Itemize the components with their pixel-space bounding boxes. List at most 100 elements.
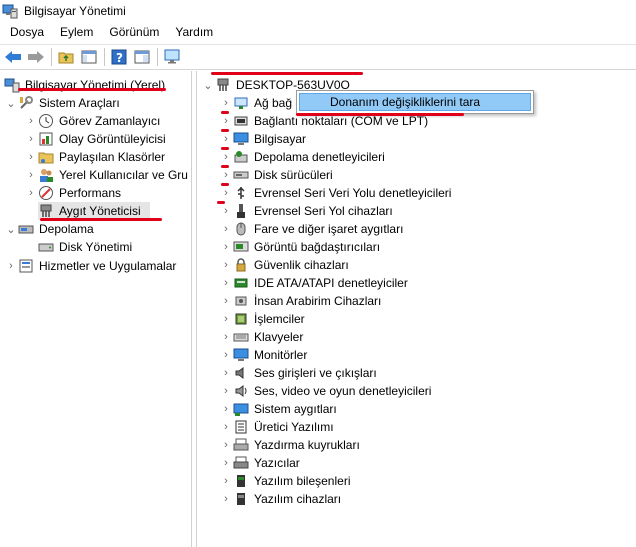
chevron-right-icon[interactable]: › [221,112,231,130]
chevron-right-icon[interactable]: › [221,382,231,400]
tree-item-shared-folders[interactable]: › Paylaşılan Klasörler [26,148,165,166]
chevron-right-icon[interactable]: › [221,454,231,472]
chevron-right-icon[interactable]: › [221,292,231,310]
device-category-item[interactable]: › Bilgisayar [221,130,306,148]
toolbar: ? [0,44,636,70]
tree-item-performance[interactable]: › Performans [26,184,121,202]
device-category-item[interactable]: › Fare ve diğer işaret aygıtları [221,220,403,238]
menu-help[interactable]: Yardım [167,25,221,39]
chevron-right-icon[interactable]: › [221,490,231,508]
device-category-item[interactable]: › Sistem aygıtları [221,400,337,418]
device-category-item[interactable]: › Ses, video ve oyun denetleyicileri [221,382,431,400]
device-category-item[interactable]: › Ağ bağ [221,94,292,112]
help-button[interactable]: ? [108,46,130,68]
menu-file[interactable]: Dosya [0,25,52,39]
properties-icon [134,50,150,64]
chevron-right-icon[interactable]: › [26,148,36,166]
device-category-label: Ağ bağ [254,96,293,110]
device-category-item[interactable]: › İşlemciler [221,310,305,328]
device-category-item[interactable]: › Yazılım cihazları [221,490,341,508]
menu-bar: Dosya Eylem Görünüm Yardım [0,22,636,42]
tree-item-disk-management[interactable]: Disk Yönetimi [38,238,132,256]
tree-item-storage[interactable]: ⌄ Depolama [6,220,93,238]
tree-item-system-tools[interactable]: ⌄ Sistem Araçları [6,94,120,112]
device-category-label: Yazılım cihazları [254,492,342,506]
usb-device-icon [237,204,245,218]
properties-button[interactable] [131,46,153,68]
tree-item-task-scheduler[interactable]: › Görev Zamanlayıcı [26,112,160,130]
software-component-icon [237,475,245,487]
chevron-right-icon[interactable]: › [221,94,231,112]
print-queue-icon [233,438,249,451]
chevron-right-icon[interactable]: › [221,274,231,292]
tree-item-local-users[interactable]: › Yerel Kullanıcılar ve Gru [26,166,188,184]
chevron-right-icon[interactable]: › [221,418,231,436]
chevron-right-icon[interactable]: › [221,238,231,256]
device-category-item[interactable]: › Depolama denetleyicileri [221,148,385,166]
device-category-label: Bilgisayar [254,132,307,146]
chevron-down-icon[interactable]: ⌄ [203,76,213,94]
chevron-right-icon[interactable]: › [6,257,16,275]
chevron-right-icon[interactable]: › [221,310,231,328]
tree-label-local-users: Yerel Kullanıcılar ve Gru [59,168,188,182]
chevron-right-icon[interactable]: › [221,184,231,202]
scan-hardware-button[interactable] [161,46,183,68]
device-category-item[interactable]: › Yazıcılar [221,454,300,472]
toolbar-separator [157,48,158,66]
chevron-right-icon[interactable]: › [221,346,231,364]
chevron-right-icon[interactable]: › [221,130,231,148]
device-category-item[interactable]: › Klavyeler [221,328,303,346]
device-category-item[interactable]: › İnsan Arabirim Cihazları [221,292,381,310]
chevron-right-icon[interactable]: › [221,148,231,166]
chevron-right-icon[interactable]: › [221,400,231,418]
chevron-right-icon[interactable]: › [221,166,231,184]
tree-item-services-apps[interactable]: › Hizmetler ve Uygulamalar [6,257,176,275]
chevron-down-icon[interactable]: ⌄ [6,94,16,112]
menu-action[interactable]: Eylem [52,25,101,39]
chevron-right-icon[interactable]: › [221,364,231,382]
tree-item-event-viewer[interactable]: › Olay Görüntüleyicisi [26,130,166,148]
computer-management-icon [2,4,18,19]
device-category-item[interactable]: › Üretici Yazılımı [221,418,333,436]
menu-view[interactable]: Görünüm [101,25,167,39]
chevron-right-icon[interactable]: › [26,184,36,202]
device-category-item[interactable]: › Yazılım bileşenleri [221,472,350,490]
display-adapter-icon [233,241,249,252]
chevron-right-icon[interactable]: › [26,166,36,184]
up-folder-button[interactable] [55,46,77,68]
device-category-item[interactable]: › Evrensel Seri Yol cihazları [221,202,393,220]
device-category-label: Evrensel Seri Yol cihazları [254,204,393,218]
chevron-right-icon[interactable]: › [26,112,36,130]
chevron-right-icon[interactable]: › [221,472,231,490]
annotation-mark [221,147,229,150]
chevron-down-icon[interactable]: ⌄ [6,220,16,238]
device-category-item[interactable]: › Evrensel Seri Veri Yolu denetleyicileri [221,184,451,202]
device-category-item[interactable]: › Ses girişleri ve çıkışları [221,364,377,382]
forward-button[interactable] [25,46,47,68]
software-device-icon [237,493,245,505]
device-category-label: Görüntü bağdaştırıcıları [254,240,381,254]
device-category-label: Yazılım bileşenleri [254,474,351,488]
device-category-item[interactable]: › Yazdırma kuyrukları [221,436,360,454]
tree-label-event-viewer: Olay Görüntüleyicisi [59,132,166,146]
tree-label-system-tools: Sistem Araçları [39,96,120,110]
chevron-right-icon[interactable]: › [221,202,231,220]
tree-label-services-apps: Hizmetler ve Uygulamalar [39,259,177,273]
toolbar-separator [51,48,52,66]
chevron-right-icon[interactable]: › [221,328,231,346]
chevron-right-icon[interactable]: › [221,256,231,274]
chevron-right-icon[interactable]: › [221,220,231,238]
device-category-item[interactable]: › Görüntü bağdaştırıcıları [221,238,380,256]
tools-icon [20,96,33,109]
show-hide-tree-button[interactable] [78,46,100,68]
device-category-item[interactable]: › Disk sürücüleri [221,166,333,184]
scan-hardware-changes-menu-item[interactable]: Donanım değişikliklerini tara [299,93,531,111]
device-category-item[interactable]: › IDE ATA/ATAPI denetleyiciler [221,274,408,292]
chevron-right-icon[interactable]: › [26,130,36,148]
tree-item-root[interactable]: Bilgisayar Yönetimi (Yerel) [4,76,165,94]
chevron-right-icon[interactable]: › [221,436,231,454]
device-category-label: Yazıcılar [254,456,300,470]
device-category-item[interactable]: › Güvenlik cihazları [221,256,349,274]
device-category-item[interactable]: › Monitörler [221,346,307,364]
back-button[interactable] [2,46,24,68]
